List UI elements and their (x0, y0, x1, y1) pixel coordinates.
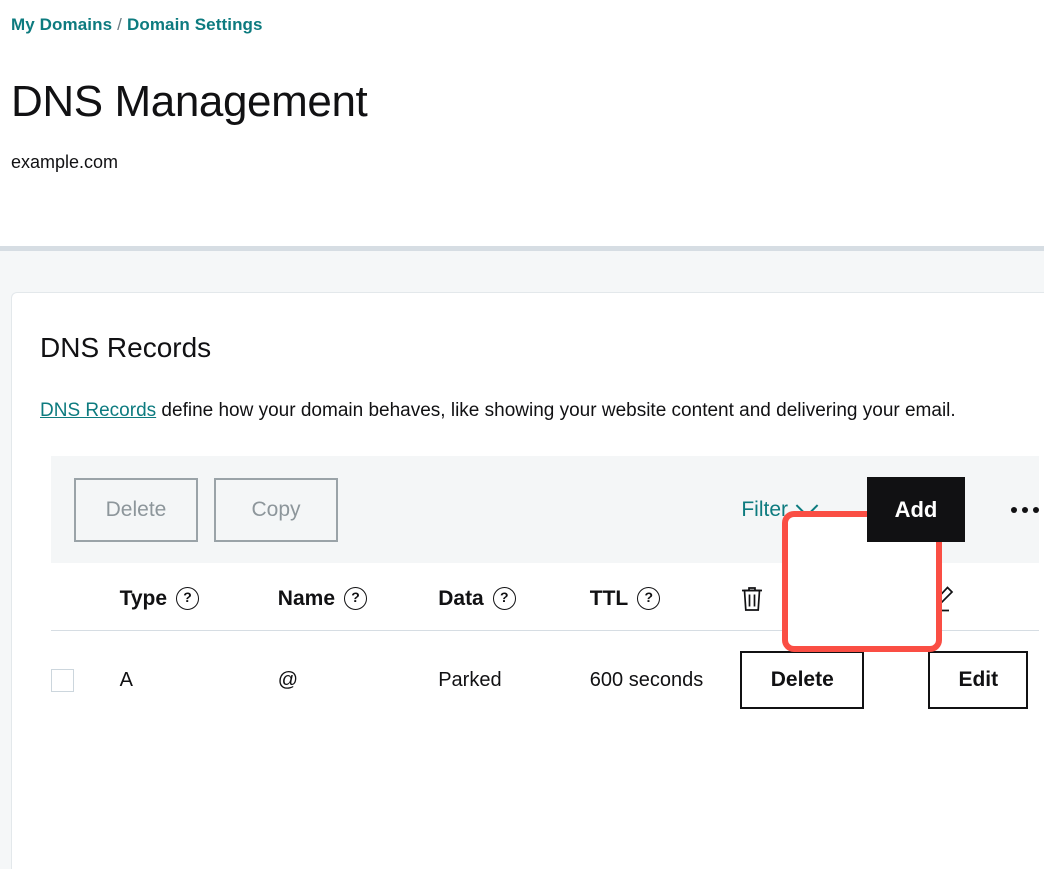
row-type: A (119, 668, 133, 691)
row-name: @ (277, 668, 299, 691)
help-icon-data[interactable]: ? (492, 587, 516, 610)
row-checkbox[interactable] (51, 668, 74, 692)
pencil-icon (928, 585, 1039, 612)
header-select-all (51, 563, 120, 631)
help-icon-name[interactable]: ? (344, 587, 367, 610)
card-description-text: define how your domain behaves, like sho… (156, 400, 956, 421)
page-title: DNS Management (11, 77, 368, 126)
domain-name-label: example.com (11, 152, 119, 172)
filter-label: Filter (741, 497, 788, 521)
card-description: DNS Records define how your domain behav… (40, 393, 970, 429)
header-ttl-label: TTL (589, 586, 629, 610)
row-delete-button[interactable]: Delete (740, 651, 865, 709)
bulk-delete-button[interactable]: Delete (74, 477, 198, 542)
card-title: DNS Records (40, 332, 212, 363)
row-select-cell (51, 631, 120, 730)
breadcrumb-item-my-domains[interactable]: My Domains (11, 15, 112, 34)
bulk-copy-button[interactable]: Copy (214, 477, 338, 542)
header-edit-column (928, 563, 1039, 631)
breadcrumb-item-domain-settings[interactable]: Domain Settings (127, 15, 263, 34)
page-header: My Domains / Domain Settings DNS Managemen… (0, 0, 1044, 246)
row-ttl: 600 seconds (589, 668, 704, 691)
ellipsis-dot (1033, 506, 1039, 513)
chevron-down-icon (795, 493, 819, 517)
row-edit-cell: Edit (928, 631, 1039, 730)
header-type: Type ? (119, 563, 278, 631)
header-name-label: Name (277, 586, 335, 610)
dns-records-link[interactable]: DNS Records (40, 400, 156, 421)
add-button[interactable]: Add (867, 477, 965, 542)
more-options-icon[interactable] (1011, 506, 1039, 513)
header-ttl: TTL ? (589, 563, 741, 631)
row-edit-button[interactable]: Edit (928, 651, 1029, 709)
header-data-label: Data (438, 586, 484, 610)
ellipsis-dot (1022, 506, 1028, 513)
help-icon-ttl[interactable]: ? (637, 587, 661, 610)
help-icon-type[interactable]: ? (176, 587, 200, 610)
header-name: Name ? (277, 563, 439, 631)
ellipsis-dot (1011, 506, 1017, 513)
breadcrumb: My Domains / Domain Settings (11, 14, 1044, 36)
header-data: Data ? (438, 563, 590, 631)
row-data: Parked (438, 668, 502, 691)
header-type-label: Type (119, 586, 168, 610)
breadcrumb-separator: / (117, 15, 122, 34)
